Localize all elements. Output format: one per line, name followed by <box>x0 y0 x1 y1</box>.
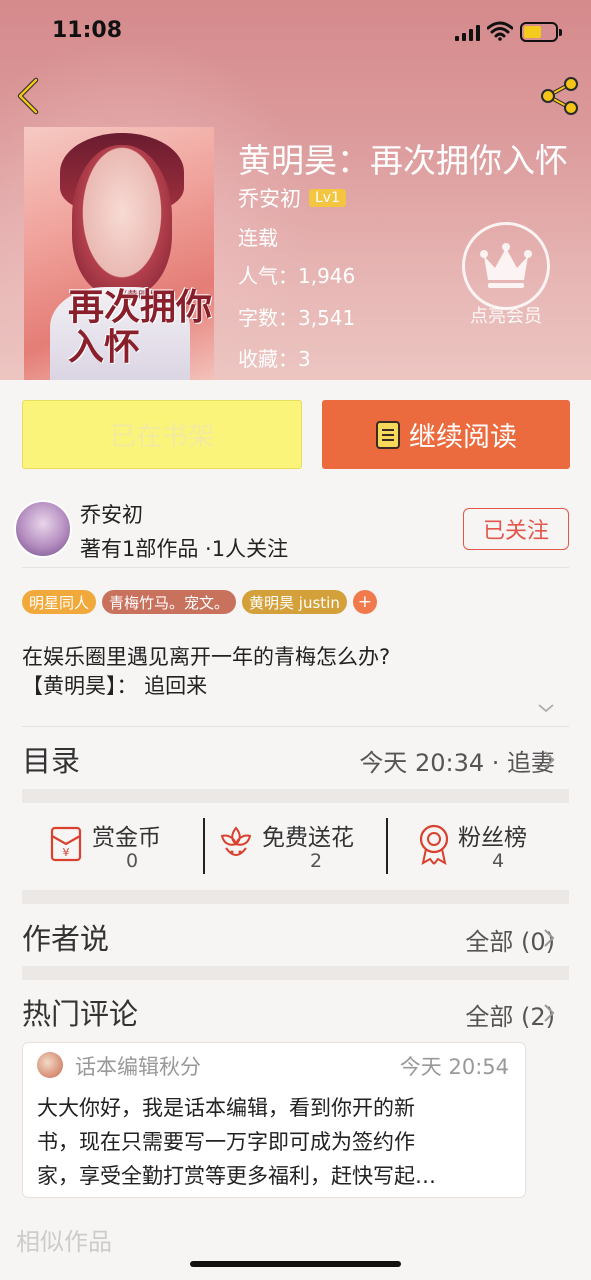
comment-line: 书，现在只需要写一万字即可成为签约作 <box>37 1130 415 1154</box>
book-description: 在娱乐圈里遇见离开一年的青梅怎么办? 【黄明昊】： 追回来 <box>22 643 569 701</box>
tag-chip[interactable]: 明星同人 <box>22 590 97 614</box>
continue-reading-label: 继续阅读 <box>409 422 517 453</box>
author-says-title[interactable]: 作者说 <box>22 916 109 958</box>
flower-icon <box>220 826 252 856</box>
serial-status: 连载 <box>238 226 278 250</box>
send-flower-button[interactable]: 免费送花 2 <box>216 816 376 876</box>
vip-label: 点亮会员 <box>470 306 542 327</box>
reward-label: 赏金币 <box>92 825 161 851</box>
description-line: 在娱乐圈里遇见离开一年的青梅怎么办? <box>22 645 391 669</box>
catalog-latest-chapter[interactable]: 今天 20:34 · 追妻 <box>359 743 555 778</box>
section-separator <box>22 890 569 904</box>
medal-icon <box>419 824 449 865</box>
hot-comments-all[interactable]: 全部 (2) <box>465 997 555 1032</box>
chevron-right-icon[interactable] <box>543 928 555 948</box>
popularity: 人气：1,946 <box>238 264 356 288</box>
commenter-name[interactable]: 话本编辑秋分 <box>75 1051 201 1081</box>
section-separator <box>22 789 569 803</box>
book-header: 11:08 《黄明昊》 再次拥你入怀 黄明昊：再次拥你入怀 乔安初 Lv1 连载… <box>0 0 591 380</box>
cellular-signal-icon <box>455 25 480 41</box>
expand-chevron-icon[interactable] <box>537 702 555 714</box>
comment-card[interactable]: 话本编辑秋分 今天 20:54 大大你好，我是话本编辑，看到你开的新 书，现在只… <box>22 1042 526 1198</box>
cover-title: 再次拥你入怀 <box>68 286 213 368</box>
similar-works-title: 相似作品 <box>16 1228 112 1256</box>
vip-button[interactable]: 点亮会员 <box>460 222 552 328</box>
followed-button[interactable]: 已关注 <box>463 508 569 550</box>
book-cover[interactable]: 《黄明昊》 再次拥你入怀 <box>24 127 214 380</box>
divider <box>386 818 388 874</box>
book-icon <box>376 420 400 449</box>
fan-ranking-button[interactable]: 粉丝榜 4 <box>414 816 554 876</box>
svg-text:¥: ¥ <box>63 846 70 859</box>
author-avatar[interactable] <box>14 500 72 558</box>
book-title: 黄明昊：再次拥你入怀 <box>238 141 568 180</box>
author-name[interactable]: 乔安初 <box>238 183 301 213</box>
reward-value: 4 <box>492 850 505 872</box>
author-says-all[interactable]: 全部 (0) <box>465 922 555 957</box>
catalog-title[interactable]: 目录 <box>22 738 80 780</box>
red-envelope-icon: ¥ <box>50 826 82 862</box>
description-line: 【黄明昊】： 追回来 <box>22 674 208 698</box>
status-time: 11:08 <box>52 18 123 43</box>
author-card-name[interactable]: 乔安初 <box>80 499 143 529</box>
level-badge: Lv1 <box>309 189 346 207</box>
favorites-count: 收藏：3 <box>238 347 311 371</box>
reward-label: 粉丝榜 <box>458 825 527 851</box>
back-icon[interactable] <box>10 74 50 118</box>
crown-icon <box>480 243 532 288</box>
tag-chip[interactable]: 黄明昊 justin <box>242 590 347 614</box>
divider <box>22 726 569 727</box>
add-tag-button[interactable]: + <box>352 590 377 614</box>
hot-comments-title[interactable]: 热门评论 <box>22 991 138 1033</box>
divider <box>22 567 569 568</box>
comment-time: 今天 20:54 <box>399 1055 509 1079</box>
word-count: 字数：3,541 <box>238 306 356 330</box>
section-separator <box>22 966 569 980</box>
in-shelf-button[interactable]: 已在书架 <box>22 400 302 469</box>
battery-icon <box>520 22 562 42</box>
tag-chip[interactable]: 青梅竹马。宠文。 <box>102 590 237 614</box>
comment-line: 大大你好，我是话本编辑，看到你开的新 <box>37 1096 415 1120</box>
reward-value: 0 <box>126 850 139 872</box>
continue-reading-button[interactable]: 继续阅读 <box>322 400 570 469</box>
reward-value: 2 <box>310 850 323 872</box>
wifi-icon <box>487 21 513 41</box>
commenter-avatar[interactable] <box>37 1052 63 1078</box>
reward-coins-button[interactable]: ¥ 赏金币 0 <box>46 816 196 876</box>
comment-line: 家，享受全勤打赏等更多福利，赶快写起… <box>37 1164 436 1188</box>
home-indicator[interactable] <box>190 1261 401 1267</box>
author-row: 乔安初 Lv1 <box>238 183 346 213</box>
share-icon[interactable] <box>538 74 582 118</box>
status-bar: 11:08 <box>0 0 591 64</box>
chevron-right-icon[interactable] <box>543 1003 555 1023</box>
chevron-right-icon[interactable] <box>543 750 555 770</box>
comment-text: 大大你好，我是话本编辑，看到你开的新 书，现在只需要写一万字即可成为签约作 家，… <box>37 1091 513 1193</box>
divider <box>203 818 205 874</box>
reward-label: 免费送花 <box>262 825 354 851</box>
tag-list: 明星同人 青梅竹马。宠文。 黄明昊 justin + <box>22 590 377 614</box>
author-card-stats: 著有1部作品 ·1人关注 <box>80 537 289 561</box>
